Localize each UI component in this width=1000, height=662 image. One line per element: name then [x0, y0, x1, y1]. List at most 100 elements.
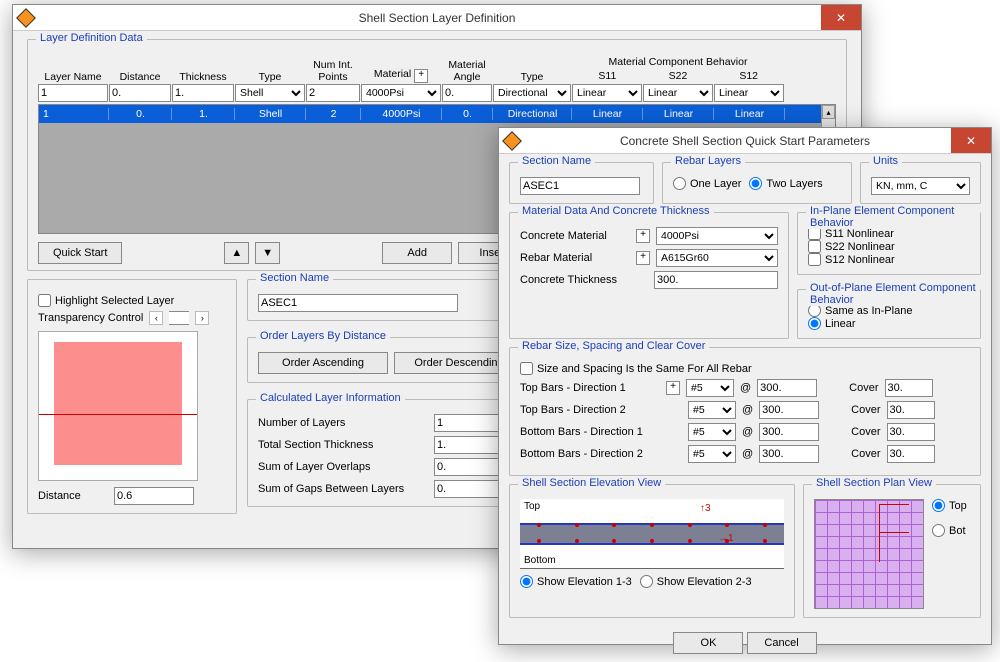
quick-start-button[interactable]: Quick Start — [38, 242, 122, 264]
s22-nonlinear-checkbox[interactable] — [808, 240, 821, 253]
cover-label: Cover — [851, 426, 880, 438]
rebar-layers-group: Rebar Layers One Layer Two Layers — [662, 162, 852, 204]
add-concrete-icon[interactable]: + — [636, 229, 650, 243]
cover-label: Cover — [849, 382, 878, 394]
at-label: @ — [742, 404, 753, 416]
group-title: Section Name — [256, 272, 333, 284]
transparency-left-icon[interactable]: ‹ — [149, 311, 163, 325]
plan-group: Shell Section Plan View Top Bot — [803, 484, 981, 618]
plan-top-radio[interactable] — [932, 499, 945, 512]
group-title: Units — [869, 155, 902, 167]
s22-select[interactable]: Linear — [643, 84, 713, 102]
thickness-input[interactable] — [654, 271, 778, 289]
move-down-button[interactable]: ▼ — [255, 242, 280, 264]
material-select[interactable]: 4000Psi — [361, 84, 441, 102]
axis-1-icon: →1 — [718, 533, 734, 544]
hdr-type: Type — [235, 70, 305, 84]
one-layer-radio[interactable] — [673, 177, 686, 190]
s11-select[interactable]: Linear — [572, 84, 642, 102]
highlight-label: Highlight Selected Layer — [55, 295, 174, 307]
elev-13-radio[interactable] — [520, 575, 533, 588]
spacing-input[interactable] — [759, 401, 819, 419]
rebar-size-group: Rebar Size, Spacing and Clear Cover Size… — [509, 347, 981, 476]
bar-size-select[interactable]: #5 — [688, 445, 736, 463]
preview-group: Highlight Selected Layer Transparency Co… — [27, 279, 237, 514]
elev-23-radio[interactable] — [640, 575, 653, 588]
group-title: In-Plane Element Component Behavior — [806, 205, 980, 229]
hdr-behavior: Material Component Behavior S11S22S12 — [572, 54, 784, 84]
type2-select[interactable]: Directional — [493, 84, 571, 102]
rebar-row: Top Bars - Direction 2#5@Cover — [520, 401, 970, 419]
angle-input[interactable] — [442, 84, 492, 102]
units-select[interactable]: KN, mm, C — [871, 177, 970, 195]
section-name-input[interactable] — [520, 177, 640, 195]
distance-input[interactable] — [109, 84, 171, 102]
calc-label: Total Section Thickness — [258, 439, 428, 451]
add-rebar-icon[interactable]: + — [636, 251, 650, 265]
same-size-checkbox[interactable] — [520, 362, 533, 375]
rebar-row: Bottom Bars - Direction 1 #5 @ Cover — [520, 423, 970, 441]
outplane-group: Out-of-Plane Element Component Behavior … — [797, 289, 981, 339]
order-ascending-button[interactable]: Order Ascending — [258, 352, 388, 374]
table-row[interactable]: 10. 1.Shell 24000Psi 0.Directional Linea… — [39, 105, 821, 123]
titlebar[interactable]: Shell Section Layer Definition ✕ — [13, 5, 861, 31]
add-size-icon[interactable]: + — [666, 381, 680, 395]
group-title: Material Data And Concrete Thickness — [518, 205, 714, 217]
quickstart-window: Concrete Shell Section Quick Start Param… — [498, 127, 992, 645]
s12-select[interactable]: Linear — [714, 84, 784, 102]
cover-input[interactable] — [887, 401, 935, 419]
window-title: Concrete Shell Section Quick Start Param… — [499, 134, 991, 148]
move-up-button[interactable]: ▲ — [224, 242, 249, 264]
transparency-track[interactable] — [169, 311, 189, 325]
group-title: Order Layers By Distance — [256, 330, 390, 342]
linear-radio[interactable] — [808, 317, 821, 330]
cover-label: Cover — [851, 404, 880, 416]
rebar-material-select[interactable]: A615Gr60 — [656, 249, 778, 267]
calc-label: Sum of Gaps Between Layers — [258, 483, 428, 495]
thickness-input[interactable] — [172, 84, 234, 102]
plan-bot-radio[interactable] — [932, 524, 945, 537]
units-group: Units KN, mm, C — [860, 162, 981, 204]
spacing-input[interactable] — [757, 379, 817, 397]
group-title: Calculated Layer Information — [256, 392, 405, 404]
concrete-material-select[interactable]: 4000Psi — [656, 227, 778, 245]
titlebar[interactable]: Concrete Shell Section Quick Start Param… — [499, 128, 991, 154]
ok-button[interactable]: OK — [673, 632, 743, 654]
cover-input[interactable] — [885, 379, 933, 397]
bar-size-select[interactable]: #5 — [688, 401, 736, 419]
rebar-row-label: Bottom Bars - Direction 1 — [520, 426, 660, 438]
layer-preview — [38, 331, 198, 481]
group-title: Shell Section Elevation View — [518, 477, 665, 489]
add-material-icon[interactable]: + — [414, 69, 428, 83]
distance-readout[interactable] — [114, 487, 194, 505]
hdr-matangle: Material Angle — [442, 58, 492, 84]
elevation-group: Shell Section Elevation View Top ↑3 →1 B… — [509, 484, 795, 618]
group-title: Rebar Layers — [671, 155, 745, 167]
group-title: Out-of-Plane Element Component Behavior — [806, 282, 980, 306]
table-header: Layer Name Distance Thickness Type Num I… — [38, 54, 836, 84]
layer-name-input[interactable] — [38, 84, 108, 102]
cancel-button[interactable]: Cancel — [747, 632, 817, 654]
calc-label: Number of Layers — [258, 417, 428, 429]
hdr-thickness: Thickness — [172, 70, 234, 84]
section-name-input[interactable] — [258, 294, 458, 312]
cover-input[interactable] — [887, 423, 935, 441]
two-layers-radio[interactable] — [749, 177, 762, 190]
cover-input[interactable] — [887, 445, 935, 463]
bar-size-select[interactable]: #5 — [688, 423, 736, 441]
group-title: Shell Section Plan View — [812, 477, 936, 489]
s12-nonlinear-checkbox[interactable] — [808, 253, 821, 266]
highlight-checkbox[interactable] — [38, 294, 51, 307]
transparency-right-icon[interactable]: › — [195, 311, 209, 325]
at-label: @ — [742, 426, 753, 438]
section-name-group: Section Name — [509, 162, 654, 204]
rebar-row: Bottom Bars - Direction 2#5@Cover — [520, 445, 970, 463]
type-select[interactable]: Shell — [235, 84, 305, 102]
bar-size-select[interactable]: #5 — [686, 379, 734, 397]
numint-input[interactable] — [306, 84, 360, 102]
add-button[interactable]: Add — [382, 242, 452, 264]
spacing-input[interactable] — [759, 423, 819, 441]
scroll-up-icon[interactable]: ▴ — [822, 105, 835, 119]
hdr-layer: Layer Name — [38, 70, 108, 84]
spacing-input[interactable] — [759, 445, 819, 463]
